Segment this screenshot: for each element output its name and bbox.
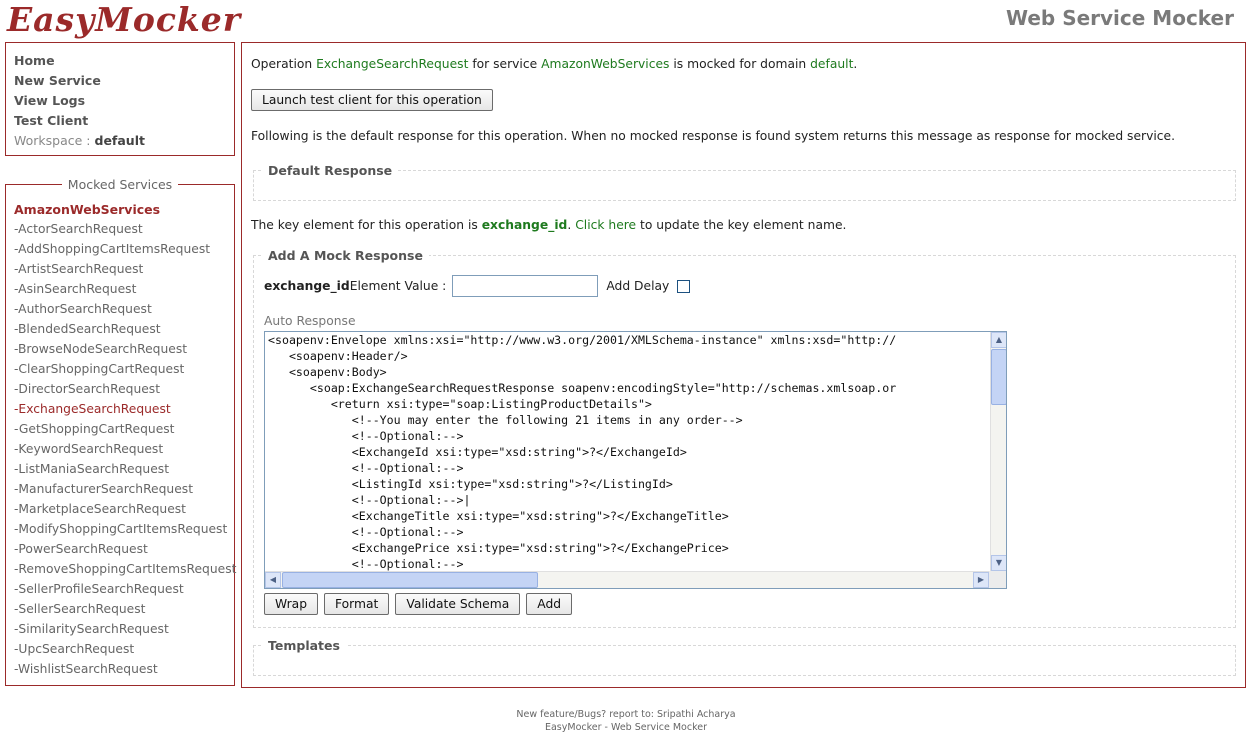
default-response-legend[interactable]: Default Response xyxy=(262,163,398,178)
app-logo: EasyMocker xyxy=(7,0,242,39)
auto-response-code[interactable]: <soapenv:Envelope xmlns:xsi="http://www.… xyxy=(268,332,989,571)
key-text: The key element for this operation is xyxy=(251,218,482,232)
scrollbar-corner xyxy=(989,571,1006,588)
validate-schema-button[interactable]: Validate Schema xyxy=(395,593,521,615)
mocked-services-legend-text: Mocked Services xyxy=(61,177,179,192)
element-key-label: exchange_id xyxy=(264,279,350,293)
update-key-link[interactable]: Click here xyxy=(575,218,636,232)
operation-link[interactable]: -ActorSearchRequest xyxy=(14,219,226,239)
key-element-line: The key element for this operation is ex… xyxy=(251,218,846,232)
workspace-value: default xyxy=(94,133,145,148)
element-value-input[interactable] xyxy=(452,275,599,297)
service-name: AmazonWebServices xyxy=(541,57,670,71)
add-button[interactable]: Add xyxy=(526,593,573,615)
editor-button-row: Wrap Format Validate Schema Add xyxy=(264,593,573,615)
operation-summary: Operation ExchangeSearchRequest for serv… xyxy=(251,57,857,71)
default-response-fieldset[interactable]: Default Response xyxy=(253,163,1236,201)
summary-text: Operation xyxy=(251,57,317,71)
operation-link[interactable]: -BlendedSearchRequest xyxy=(14,319,226,339)
operation-name: ExchangeSearchRequest xyxy=(316,57,469,71)
vertical-scroll-thumb[interactable] xyxy=(991,349,1006,405)
summary-text: . xyxy=(853,57,858,71)
horizontal-scroll-thumb[interactable] xyxy=(282,572,538,588)
operation-link[interactable]: -KeywordSearchRequest xyxy=(14,439,226,459)
workspace-label: Workspace : xyxy=(14,133,91,148)
launch-test-client-button[interactable]: Launch test client for this operation xyxy=(251,89,493,111)
operation-list: -ActorSearchRequest -AddShoppingCartItems… xyxy=(14,219,236,679)
operation-link[interactable]: -UpcSearchRequest xyxy=(14,639,226,659)
operation-link[interactable]: -PowerSearchRequest xyxy=(14,539,226,559)
operation-link[interactable]: -MarketplaceSearchRequest xyxy=(14,499,226,519)
format-button[interactable]: Format xyxy=(324,593,390,615)
footer-report-line: New feature/Bugs? report to: Sripathi Ac… xyxy=(516,709,736,720)
nav-new-service-link[interactable]: New Service xyxy=(14,71,226,91)
nav-test-client-link[interactable]: Test Client xyxy=(14,111,226,131)
nav-home-link[interactable]: Home xyxy=(14,51,226,71)
domain-name: default xyxy=(810,57,854,71)
templates-fieldset: Templates xyxy=(253,638,1236,676)
scroll-up-icon[interactable]: ▲ xyxy=(991,332,1006,348)
add-delay-checkbox[interactable] xyxy=(677,279,691,293)
operation-link[interactable]: -ArtistSearchRequest xyxy=(14,259,226,279)
operation-link[interactable]: -ExchangeSearchRequest xyxy=(14,399,226,419)
summary-text: is mocked for domain xyxy=(669,57,811,71)
operation-link[interactable]: -AuthorSearchRequest xyxy=(14,299,226,319)
operation-link[interactable]: -SellerProfileSearchRequest xyxy=(14,579,226,599)
operation-link[interactable]: -SimilaritySearchRequest xyxy=(14,619,226,639)
element-value-row: exchange_id Element Value : Add Delay xyxy=(264,275,691,297)
editor-horizontal-scrollbar[interactable]: ◀ ▶ xyxy=(265,571,989,588)
auto-response-label: Auto Response xyxy=(264,314,356,328)
scroll-right-icon[interactable]: ▶ xyxy=(973,572,989,588)
service-name-link[interactable]: AmazonWebServices xyxy=(14,201,226,219)
operation-link[interactable]: -ManufacturerSearchRequest xyxy=(14,479,226,499)
operation-link[interactable]: -AddShoppingCartItemsRequest xyxy=(14,239,226,259)
nav-panel: Home New Service View Logs Test Client W… xyxy=(5,42,235,156)
main-panel: Operation ExchangeSearchRequest for serv… xyxy=(241,42,1246,688)
operation-link[interactable]: -AsinSearchRequest xyxy=(14,279,226,299)
workspace-indicator: Workspace : default xyxy=(14,131,226,151)
add-delay-label: Add Delay xyxy=(606,279,670,293)
auto-response-editor[interactable]: <soapenv:Envelope xmlns:xsi="http://www.… xyxy=(264,331,1007,589)
operation-link[interactable]: -ListManiaSearchRequest xyxy=(14,459,226,479)
default-response-info: Following is the default response for th… xyxy=(251,129,1176,143)
wrap-button[interactable]: Wrap xyxy=(264,593,319,615)
operation-link[interactable]: -SellerSearchRequest xyxy=(14,599,226,619)
operation-link[interactable]: -RemoveShoppingCartItemsRequest xyxy=(14,559,236,579)
app-title: Web Service Mocker xyxy=(1006,6,1234,30)
operation-link[interactable]: -BrowseNodeSearchRequest xyxy=(14,339,226,359)
add-mock-response-legend[interactable]: Add A Mock Response xyxy=(262,248,429,263)
mocked-services-legend: Mocked Services xyxy=(6,177,234,192)
scroll-down-icon[interactable]: ▼ xyxy=(991,555,1006,571)
operation-link[interactable]: -ClearShoppingCartRequest xyxy=(14,359,226,379)
mocked-services-panel: Mocked Services AmazonWebServices -Actor… xyxy=(5,177,236,686)
footer: New feature/Bugs? report to: Sripathi Ac… xyxy=(0,708,1252,734)
key-element-name: exchange_id xyxy=(481,218,568,232)
footer-title-line: EasyMocker - Web Service Mocker xyxy=(544,722,707,733)
operation-link[interactable]: -ModifyShoppingCartItemsRequest xyxy=(14,519,227,539)
operation-link[interactable]: -DirectorSearchRequest xyxy=(14,379,226,399)
templates-legend[interactable]: Templates xyxy=(262,638,346,653)
element-value-label: Element Value : xyxy=(349,279,447,293)
nav-view-logs-link[interactable]: View Logs xyxy=(14,91,226,111)
operation-link[interactable]: -WishlistSearchRequest xyxy=(14,659,226,679)
editor-vertical-scrollbar[interactable]: ▲ ▼ xyxy=(990,332,1006,571)
summary-text: for service xyxy=(468,57,542,71)
operation-link[interactable]: -GetShoppingCartRequest xyxy=(14,419,226,439)
key-text: to update the key element name. xyxy=(636,218,847,232)
scroll-left-icon[interactable]: ◀ xyxy=(265,572,281,588)
